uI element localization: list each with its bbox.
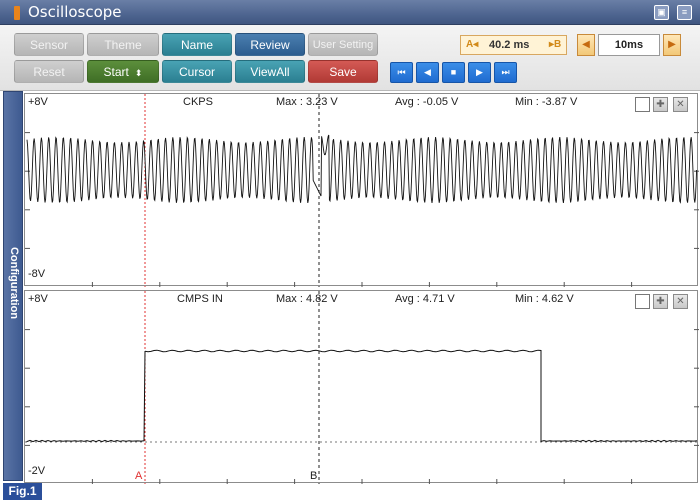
plot-area-cmps bbox=[25, 291, 699, 484]
avg-value: Avg : -0.05 V bbox=[395, 96, 459, 108]
sensor-button[interactable]: Sensor bbox=[14, 33, 84, 56]
channel-panel-cmps: +8V -2V CMPS IN Max : 4.82 V Avg : 4.71 … bbox=[24, 290, 699, 484]
close-icon[interactable]: ✕ bbox=[673, 97, 688, 112]
stop-icon[interactable]: ■ bbox=[442, 62, 465, 83]
last-icon[interactable]: ⏭ bbox=[494, 62, 517, 83]
y-min-label: -2V bbox=[28, 465, 46, 477]
channel-checkbox[interactable] bbox=[635, 294, 650, 309]
reset-button[interactable]: Reset bbox=[14, 60, 84, 83]
cursor-a-label[interactable]: A bbox=[135, 470, 142, 482]
menu-icon[interactable]: ≡ bbox=[677, 5, 692, 20]
back-icon[interactable]: ◀ bbox=[416, 62, 439, 83]
configuration-label: Configuration bbox=[8, 246, 20, 320]
viewall-button[interactable]: ViewAll bbox=[235, 60, 305, 83]
window-title: Oscilloscope bbox=[28, 3, 122, 21]
channel-name: CKPS bbox=[183, 96, 213, 108]
channel-name: CMPS IN bbox=[177, 293, 223, 305]
cursor-button[interactable]: Cursor bbox=[162, 60, 232, 83]
y-max-label: +8V bbox=[28, 293, 48, 305]
play-icon[interactable]: ▶ bbox=[468, 62, 491, 83]
cursor-a-mark: A◂ bbox=[466, 39, 479, 50]
start-button-label: Start bbox=[103, 65, 129, 79]
plot-area-ckps bbox=[25, 94, 699, 287]
review-button[interactable]: Review bbox=[235, 33, 305, 56]
toolbar: Sensor Theme Name Review User Setting Re… bbox=[0, 25, 700, 91]
start-button[interactable]: Start ⬍ bbox=[87, 60, 159, 83]
cursor-delta-box: A◂ 40.2 ms ▸B bbox=[460, 35, 567, 55]
cursor-b-mark: ▸B bbox=[549, 39, 562, 50]
timebase-increase-icon[interactable]: ▶ bbox=[663, 34, 681, 56]
cursor-delta-value: 40.2 ms bbox=[489, 39, 530, 51]
user-setting-button[interactable]: User Setting bbox=[308, 33, 378, 56]
timebase-value[interactable]: 10ms bbox=[598, 34, 660, 56]
name-button[interactable]: Name bbox=[162, 33, 232, 56]
avg-value: Avg : 4.71 V bbox=[395, 293, 455, 305]
cursor-b-label[interactable]: B bbox=[310, 470, 317, 482]
title-bar: Oscilloscope ▣ ≡ bbox=[0, 0, 700, 25]
app-icon bbox=[14, 6, 20, 20]
ckps-trace bbox=[26, 134, 698, 204]
min-value: Min : 4.62 V bbox=[515, 293, 574, 305]
min-value: Min : -3.87 V bbox=[515, 96, 578, 108]
first-icon[interactable]: ⏮ bbox=[390, 62, 413, 83]
channel-panel-ckps: +8V -8V CKPS Max : 3.23 V Avg : -0.05 V … bbox=[24, 93, 699, 287]
max-value: Max : 4.82 V bbox=[276, 293, 338, 305]
cmps-trace bbox=[26, 349, 698, 443]
plus-icon[interactable]: ✚ bbox=[653, 294, 668, 309]
save-button[interactable]: Save bbox=[308, 60, 378, 83]
up-down-arrow-icon: ⬍ bbox=[134, 68, 143, 78]
y-max-label: +8V bbox=[28, 96, 48, 108]
max-value: Max : 3.23 V bbox=[276, 96, 338, 108]
y-min-label: -8V bbox=[28, 268, 46, 280]
timebase-decrease-icon[interactable]: ◀ bbox=[577, 34, 595, 56]
channel-checkbox[interactable] bbox=[635, 97, 650, 112]
theme-button[interactable]: Theme bbox=[87, 33, 159, 56]
figure-label: Fig.1 bbox=[3, 483, 42, 500]
restore-icon[interactable]: ▣ bbox=[654, 5, 669, 20]
plus-icon[interactable]: ✚ bbox=[653, 97, 668, 112]
configuration-tab[interactable]: Configuration bbox=[3, 91, 23, 481]
close-icon[interactable]: ✕ bbox=[673, 294, 688, 309]
